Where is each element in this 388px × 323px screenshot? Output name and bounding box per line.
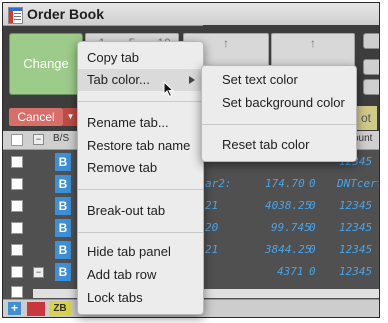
cancel-dropdown-caret[interactable]: ▼ [63, 108, 78, 126]
row-checkbox[interactable] [11, 266, 23, 278]
menu-divider [78, 232, 203, 233]
tab-context-menu: Copy tab Tab color... Rename tab... Rest… [77, 41, 204, 315]
filled-cell: 0 [309, 243, 316, 256]
add-tab-button[interactable]: + [8, 302, 21, 315]
side-badge: B [55, 241, 71, 259]
app-icon [8, 7, 23, 24]
submenu-arrow-icon [189, 76, 195, 84]
submenu-item-set-background-color[interactable]: Set background color [202, 92, 356, 114]
account-cell: 12345 [339, 221, 373, 234]
account-cell: 12345 [339, 199, 373, 212]
menu-item-add-tab-row[interactable]: Add tab row [78, 264, 203, 286]
menu-divider [78, 189, 203, 190]
title-bar: Order Book [3, 3, 379, 26]
price-cell: 4038.25 [265, 199, 312, 212]
window-title: Order Book [27, 6, 105, 22]
side-control-3[interactable] [363, 79, 379, 95]
row-checkbox[interactable] [11, 156, 23, 168]
menu-item-rename-tab[interactable]: Rename tab... [78, 112, 203, 134]
tab-red[interactable] [27, 302, 45, 316]
filled-cell: 0 [309, 177, 316, 190]
menu-item-copy-tab[interactable]: Copy tab [78, 47, 203, 69]
filled-cell: 0 [309, 265, 316, 278]
price-cell: 99.745 [271, 221, 311, 234]
collapse-row-icon[interactable]: − [33, 267, 44, 278]
submenu-divider [202, 124, 356, 125]
side-control-2[interactable] [363, 59, 379, 75]
symbol-cell: 21 [205, 243, 219, 256]
up-arrow-icon: ↑ [310, 36, 316, 50]
select-all-checkbox[interactable] [11, 134, 23, 146]
header-bs: B/S [53, 133, 70, 144]
side-badge: B [55, 153, 71, 171]
tab-color-submenu: Set text color Set background color Rese… [201, 65, 357, 162]
price-cell: 4371 [277, 265, 304, 278]
mouse-pointer-icon [163, 81, 175, 98]
menu-divider [78, 101, 203, 102]
symbol-cell: ar2: [205, 177, 232, 190]
collapse-all-icon[interactable]: − [33, 134, 44, 145]
price-cell: 174.70 [265, 177, 305, 190]
symbol-cell: 21 [205, 199, 219, 212]
side-badge: B [55, 197, 71, 215]
menu-item-break-out-tab[interactable]: Break-out tab [78, 200, 203, 222]
side-badge: B [55, 219, 71, 237]
tab-zb[interactable]: ZB [49, 301, 71, 316]
row-checkbox[interactable] [11, 222, 23, 234]
submenu-item-reset-tab-color[interactable]: Reset tab color [202, 134, 356, 156]
row-checkbox[interactable] [11, 286, 23, 298]
symbol-cell: 20 [205, 221, 219, 234]
row-checkbox[interactable] [11, 200, 23, 212]
filled-cell: 0 [309, 199, 316, 212]
account-cell: 12345 [339, 243, 373, 256]
filled-cell: 0 [309, 221, 316, 234]
row-checkbox[interactable] [11, 244, 23, 256]
price-cell: 3844.25 [265, 243, 312, 256]
partial-button[interactable]: ot [355, 106, 377, 130]
menu-item-hide-tab-panel[interactable]: Hide tab panel [78, 241, 203, 263]
side-badge: B [55, 175, 71, 193]
account-cell: DNTcert [337, 177, 380, 190]
menu-item-remove-tab[interactable]: Remove tab [78, 157, 203, 179]
menu-item-tab-color[interactable]: Tab color... [78, 69, 203, 91]
side-control-1[interactable] [363, 33, 379, 49]
row-checkbox[interactable] [11, 178, 23, 190]
menu-item-tab-color-label: Tab color... [87, 72, 150, 87]
menu-item-restore-tab-name[interactable]: Restore tab name [78, 135, 203, 157]
account-cell: 12345 [339, 265, 373, 278]
submenu-item-set-text-color[interactable]: Set text color [202, 69, 356, 91]
side-badge: B [55, 263, 71, 281]
menu-item-lock-tabs[interactable]: Lock tabs [78, 287, 203, 309]
cancel-button[interactable]: Cancel [9, 108, 63, 126]
